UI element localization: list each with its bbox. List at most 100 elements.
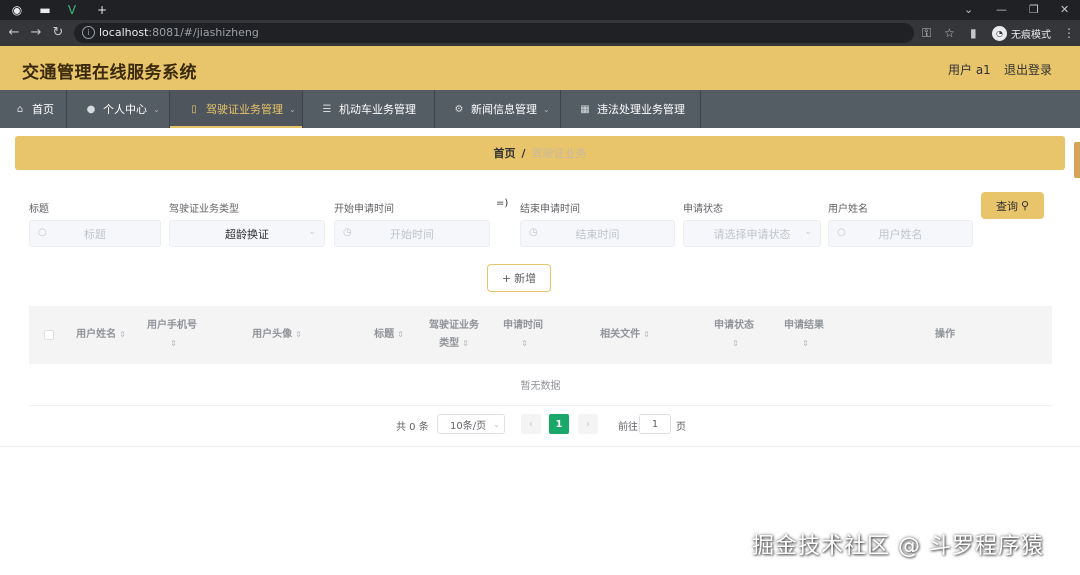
tab-favicon-icon[interactable]: ▬ [38, 3, 52, 17]
sort-icon[interactable]: ⇕ [732, 335, 739, 353]
menu-item-violation-business[interactable]: ▦ 违法处理业务管理 [561, 90, 701, 128]
username-placeholder: 用户姓名 [878, 227, 923, 241]
new-tab-icon[interactable]: + [95, 3, 109, 17]
column-label: 申请结果 [784, 320, 824, 331]
column-label: 操作 [935, 329, 955, 340]
column-label: 用户姓名 [76, 329, 117, 340]
breadcrumb-home[interactable]: 首页 [493, 145, 515, 161]
status-label: 申请状态 [683, 204, 723, 215]
site-info-icon[interactable]: i [82, 26, 95, 39]
status-select[interactable]: 请选择申请状态 ⌄ [683, 220, 821, 247]
type-select[interactable]: 超龄换证 ⌄ [169, 220, 325, 247]
add-button[interactable]: + 新增 [487, 264, 551, 292]
tab-search-icon[interactable]: ⌄ [964, 2, 973, 18]
column-apply-result[interactable]: 申请结果 ⇕ [775, 306, 833, 364]
username-label: 用户姓名 [828, 204, 868, 215]
column-label: 相关文件 [600, 329, 641, 340]
next-page-button[interactable]: › [578, 414, 598, 434]
chevron-left-icon: ‹ [529, 418, 533, 430]
restore-icon[interactable]: ❐ [1029, 2, 1039, 18]
divider [0, 446, 1080, 447]
key-icon[interactable]: ⚿ [922, 25, 931, 41]
current-user: 用户 a1 [948, 63, 991, 77]
side-drawer-tab[interactable] [1074, 142, 1080, 178]
sort-icon[interactable]: ⇕ [295, 330, 302, 339]
chevron-down-icon: ⌄ [289, 104, 296, 114]
home-icon: ⌂ [16, 103, 24, 115]
title-input[interactable]: ○ 标题 [29, 220, 161, 247]
chevron-down-icon: ⌄ [543, 104, 550, 114]
vue-logo-icon[interactable]: V [65, 3, 79, 17]
page-suffix: 页 [676, 422, 686, 433]
select-all-cell [39, 306, 59, 364]
address-bar[interactable]: i localhost:8081/#/jiashizheng [74, 23, 914, 43]
reload-icon[interactable]: ↻ [50, 25, 66, 41]
column-label: 用户头像 [252, 329, 293, 340]
title-placeholder: 标题 [84, 227, 106, 241]
logout-link[interactable]: 退出登录 [1004, 61, 1052, 78]
incognito-label: 无痕模式 [1011, 29, 1051, 41]
grid-icon: ▦ [580, 103, 590, 115]
side-panel-icon[interactable]: ▮ [970, 25, 977, 41]
search-icon: ○ [38, 227, 47, 238]
column-label: 申请时间 [503, 320, 543, 331]
type-value: 超龄换证 [225, 227, 269, 241]
minimize-icon[interactable]: — [996, 2, 1007, 18]
search-icon: ○ [837, 227, 846, 238]
globe-icon[interactable]: ◉ [10, 3, 24, 17]
close-window-icon[interactable]: ✕ [1060, 2, 1069, 18]
end-time-label: 结束申请时间 [520, 204, 580, 215]
column-label: 用户手机号 [147, 320, 197, 331]
sort-icon[interactable]: ⇕ [397, 330, 404, 339]
menu-item-license-business[interactable]: ▯ 驾驶证业务管理 ⌄ [170, 90, 303, 128]
goto-label: 前往 [618, 422, 638, 433]
plus-icon: + [501, 271, 512, 285]
more-menu-icon[interactable]: ⋮ [1063, 25, 1075, 41]
column-username[interactable]: 用户姓名 ⇕ [61, 306, 141, 364]
url-host: localhost [99, 26, 149, 39]
query-label: 查询 [995, 199, 1018, 213]
sort-icon[interactable]: ⇕ [170, 335, 177, 353]
forward-icon[interactable]: → [28, 25, 44, 41]
menu-item-vehicle-business[interactable]: ☰ 机动车业务管理 [303, 90, 435, 128]
start-time-picker[interactable]: ◷ 开始时间 [334, 220, 490, 247]
column-files[interactable]: 相关文件 ⇕ [575, 306, 675, 364]
sort-icon[interactable]: ⇕ [119, 330, 126, 339]
browser-tab-strip: ◉ ▬ V + ⌄ — ❐ ✕ [0, 0, 1080, 20]
phone-icon: ▯ [191, 103, 197, 115]
url-path: :8081/#/jiashizheng [148, 26, 259, 39]
add-label: 新增 [514, 272, 537, 285]
breadcrumb-separator: / [521, 146, 526, 160]
page-size-select[interactable]: 10条/页 ⌄ [437, 414, 505, 434]
star-icon[interactable]: ☆ [944, 25, 955, 41]
column-apply-status[interactable]: 申请状态 ⇕ [705, 306, 763, 364]
watermark-text: 掘金技术社区 @ 斗罗程序猿 [752, 534, 1044, 559]
prev-page-button[interactable]: ‹ [521, 414, 541, 434]
menu-item-news-management[interactable]: ⚙ 新闻信息管理 ⌄ [435, 90, 561, 128]
sort-icon[interactable]: ⇕ [462, 339, 469, 348]
column-phone[interactable]: 用户手机号 ⇕ [141, 306, 203, 364]
table-header: 用户姓名 ⇕ 用户手机号 ⇕ 用户头像 ⇕ 标题 ⇕ 驾驶证业务 类型 ⇕ 申请时间 ⇕… [29, 306, 1052, 364]
menu-item-personal-center[interactable]: ● 个人中心 ⌄ [67, 90, 170, 128]
incognito-badge[interactable]: ◔ 无痕模式 [992, 24, 1051, 42]
status-placeholder: 请选择申请状态 [713, 227, 791, 241]
gear-icon: ⚙ [454, 103, 464, 115]
menu-label: 个人中心 [103, 103, 147, 116]
empty-text: 暂无数据 [520, 381, 561, 392]
column-license-type[interactable]: 驾驶证业务 类型 ⇕ [421, 306, 487, 364]
query-button[interactable]: 查询 ⚲ [981, 192, 1044, 219]
goto-page-input[interactable]: 1 [639, 414, 671, 434]
back-icon[interactable]: ← [6, 25, 22, 41]
page-number-button[interactable]: 1 [549, 414, 569, 434]
column-apply-time[interactable]: 申请时间 ⇕ [493, 306, 553, 364]
end-time-picker[interactable]: ◷ 结束时间 [520, 220, 675, 247]
menu-item-home[interactable]: ⌂ 首页 [0, 90, 67, 128]
sort-icon[interactable]: ⇕ [643, 330, 650, 339]
column-avatar[interactable]: 用户头像 ⇕ [225, 306, 329, 364]
sort-icon[interactable]: ⇕ [802, 335, 809, 353]
chevron-down-icon: ⌄ [308, 227, 316, 237]
column-label: 标题 [374, 329, 395, 340]
select-all-checkbox[interactable] [44, 330, 54, 340]
username-input[interactable]: ○ 用户姓名 [828, 220, 973, 247]
sort-icon[interactable]: ⇕ [521, 335, 528, 353]
